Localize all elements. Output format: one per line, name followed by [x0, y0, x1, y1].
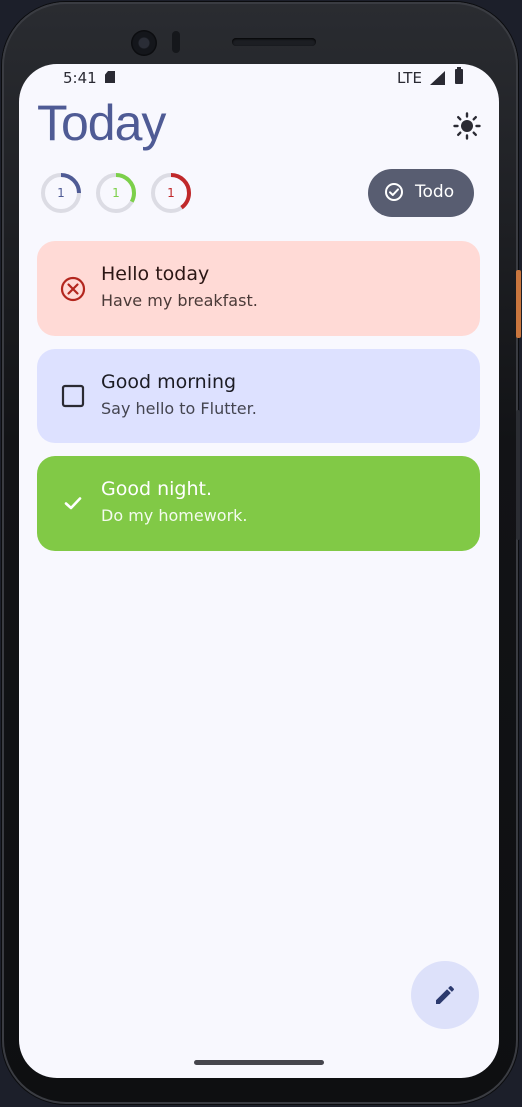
task-card[interactable]: Hello today Have my breakfast.: [37, 241, 480, 336]
theme-toggle-button[interactable]: [453, 112, 481, 140]
volume-button: [516, 410, 520, 540]
task-subtitle: Say hello to Flutter.: [101, 399, 257, 418]
ring-count: 1: [57, 186, 65, 200]
task-title: Hello today: [101, 263, 210, 285]
battery-icon: [455, 67, 463, 84]
todo-filter-label: Todo: [415, 182, 455, 202]
task-subtitle: Have my breakfast.: [101, 291, 258, 310]
pencil-icon: [436, 986, 454, 1004]
edit-fab-button[interactable]: [411, 961, 479, 1029]
status-time: 5:41: [63, 69, 97, 87]
signal-icon: [430, 71, 445, 85]
progress-ring-done: 1: [95, 172, 137, 214]
task-subtitle: Do my homework.: [101, 506, 248, 525]
status-bar: 5:41 LTE: [19, 64, 499, 92]
sun-icon: [453, 112, 481, 140]
earpiece-speaker: [232, 38, 316, 46]
task-card[interactable]: Good night. Do my homework.: [37, 456, 480, 551]
checkbox-empty-icon[interactable]: [59, 382, 87, 410]
proximity-sensor: [172, 31, 180, 53]
task-title: Good night.: [101, 478, 212, 500]
network-type: LTE: [397, 69, 422, 87]
checkmark-icon[interactable]: [59, 489, 87, 517]
progress-ring-failed: 1: [150, 172, 192, 214]
ring-count: 1: [167, 186, 175, 200]
progress-ring-pending: 1: [40, 172, 82, 214]
sd-card-icon: [105, 71, 115, 83]
check-circle-icon: [385, 183, 403, 201]
ring-count: 1: [112, 186, 120, 200]
task-card[interactable]: Good morning Say hello to Flutter.: [37, 349, 480, 443]
task-title: Good morning: [101, 371, 237, 393]
front-camera: [131, 30, 157, 56]
todo-filter-button[interactable]: Todo: [368, 169, 474, 217]
cancel-icon[interactable]: [59, 275, 87, 303]
app-screen: 5:41 LTE Today 1 1 1 Todo Hello today Ha…: [19, 64, 499, 1078]
page-title: Today: [37, 95, 166, 151]
home-indicator[interactable]: [194, 1060, 324, 1065]
power-button: [516, 270, 521, 338]
